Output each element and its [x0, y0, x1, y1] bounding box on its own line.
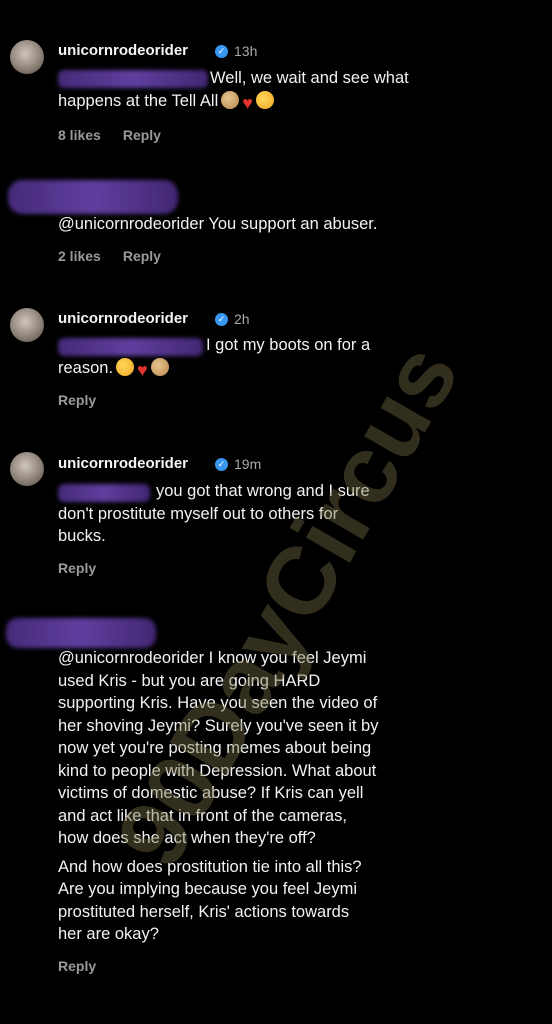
timestamp: 19m	[234, 456, 262, 472]
comment-line: I got my boots on for a	[206, 336, 371, 354]
comment-line: you got that wrong and I sure	[156, 482, 370, 500]
redacted-avatar-username	[8, 180, 178, 214]
palette-emoji-icon	[221, 90, 240, 109]
verified-badge-icon: ✓	[215, 458, 228, 471]
comment-text: @unicornrodeorider You support an abuser…	[58, 213, 478, 236]
heart-emoji-icon: ♥	[242, 92, 253, 113]
comment-4: unicornrodeorider ✓ 19m you got that wro…	[0, 430, 552, 590]
comment-line: and act like that in front of the camera…	[58, 806, 347, 825]
heart-emoji-icon: ♥	[137, 359, 148, 380]
comment-line: used Kris - but you are going HARD	[58, 671, 321, 690]
reply-button[interactable]: Reply	[58, 958, 96, 974]
comment-line: her are okay?	[58, 925, 159, 943]
reply-button[interactable]: Reply	[123, 127, 161, 143]
comment-meta: Reply	[58, 392, 118, 408]
comment-line: Well, we wait and see what	[210, 69, 409, 87]
comment-3: unicornrodeorider ✓ 2h I got my boots on…	[0, 290, 552, 430]
comment-line: @unicornrodeorider You support an abuser…	[58, 215, 378, 233]
likes-count[interactable]: 8 likes	[58, 127, 101, 143]
verified-badge-icon: ✓	[215, 45, 228, 58]
comment-line: happens at the Tell All ♥	[58, 90, 478, 113]
comment-text: I got my boots on for a reason. ♥	[58, 334, 478, 379]
comment-2: @unicornrodeorider You support an abuser…	[0, 160, 552, 280]
timestamp: 2h	[234, 311, 250, 327]
reply-button[interactable]: Reply	[58, 560, 96, 576]
kiss-emoji-icon	[255, 90, 274, 109]
comment-line: reason. ♥	[58, 357, 478, 380]
comment-line: don't prostitute myself out to others fo…	[58, 504, 339, 523]
comment-text: @unicornrodeorider I know you feel Jeymi…	[58, 647, 478, 946]
comment-line: supporting Kris. Have you seen the video…	[58, 694, 378, 712]
username[interactable]: unicornrodeorider	[58, 310, 188, 327]
comment-line: prostituted herself, Kris' actions towar…	[58, 902, 350, 921]
comment-line: how does she act when they're off?	[58, 829, 316, 847]
comment-line: kind to people with Depression. What abo…	[58, 761, 377, 780]
comment-line: @unicornrodeorider I know you feel Jeymi	[58, 649, 367, 667]
avatar[interactable]	[10, 308, 44, 342]
comment-line: Are you implying because you feel Jeymi	[58, 880, 357, 898]
kiss-emoji-icon	[116, 357, 135, 376]
comment-line: And how does prostitution tie into all t…	[58, 857, 362, 876]
reply-button[interactable]: Reply	[58, 392, 96, 408]
username[interactable]: unicornrodeorider	[58, 42, 188, 59]
comment-meta: 2 likes Reply	[58, 248, 183, 264]
redacted-avatar-username	[6, 618, 156, 648]
comment-line-text: reason.	[58, 358, 114, 377]
comment-line: bucks.	[58, 527, 106, 545]
comment-meta: 8 likes Reply	[58, 127, 183, 143]
comment-1: unicornrodeorider ✓ 13h Well, we wait an…	[0, 0, 552, 160]
likes-count[interactable]: 2 likes	[58, 248, 101, 264]
timestamp: 13h	[234, 43, 258, 59]
comment-text: Well, we wait and see what happens at th…	[58, 67, 478, 112]
comment-meta: Reply	[58, 958, 118, 974]
avatar[interactable]	[10, 40, 44, 74]
username[interactable]: unicornrodeorider	[58, 455, 188, 472]
palette-emoji-icon	[150, 357, 169, 376]
reply-button[interactable]: Reply	[123, 248, 161, 264]
comment-line: victims of domestic abuse? If Kris can y…	[58, 784, 364, 802]
comment-meta: Reply	[58, 560, 118, 576]
comment-5: @unicornrodeorider I know you feel Jeymi…	[0, 600, 552, 1010]
comment-line: now yet you're posting memes about being	[58, 739, 372, 757]
avatar[interactable]	[10, 452, 44, 486]
comment-line-text: happens at the Tell All	[58, 91, 219, 110]
verified-badge-icon: ✓	[215, 313, 228, 326]
comment-line: her shoving Jeymi? Surely you've seen it…	[58, 716, 379, 735]
comment-text: you got that wrong and I sure don't pros…	[58, 480, 478, 548]
